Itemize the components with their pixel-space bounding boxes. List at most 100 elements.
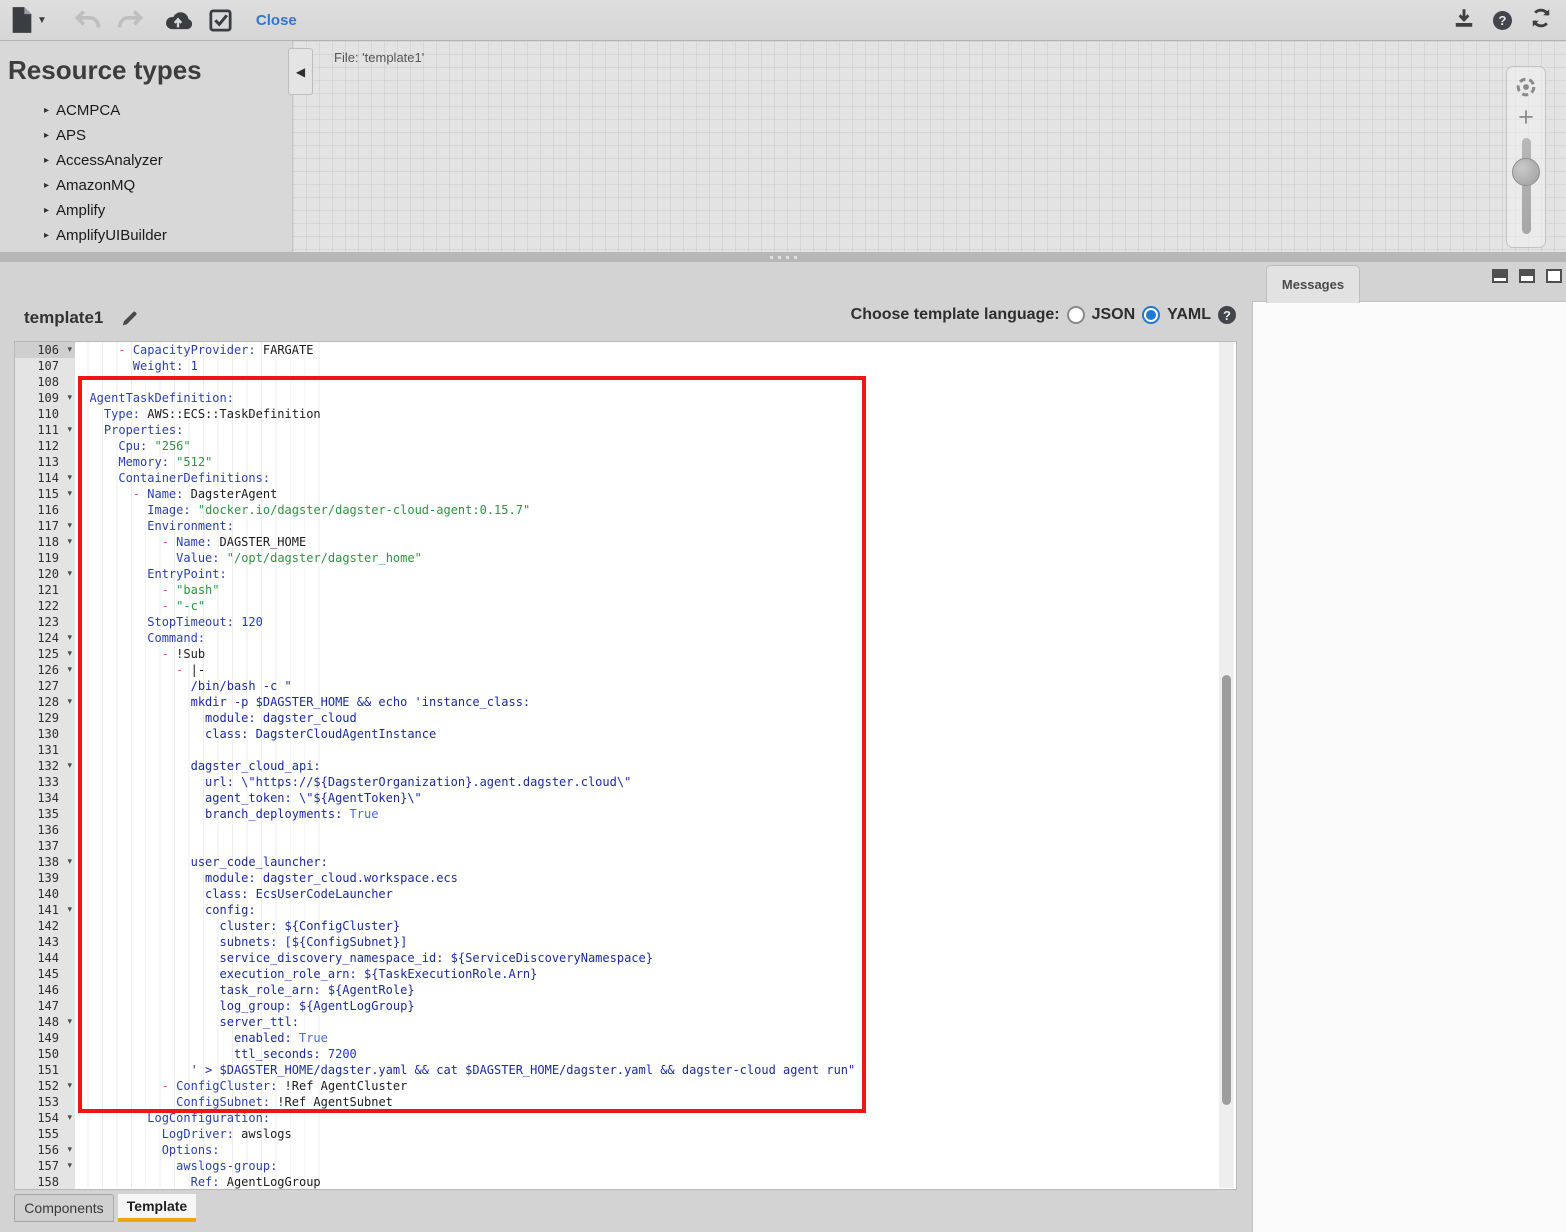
line-number[interactable]: 121 [15,582,75,598]
code-line-text[interactable]: - Name: DagsterAgent [75,486,1236,502]
code-line-text[interactable]: EntryPoint: [75,566,1236,582]
code-line-text[interactable]: user_code_launcher: [75,854,1236,870]
code-line-text[interactable]: Options: [75,1142,1236,1158]
code-line-text[interactable]: class: DagsterCloudAgentInstance [75,726,1236,742]
code-line-text[interactable]: Properties: [75,422,1236,438]
code-line-text[interactable]: ttl_seconds: 7200 [75,1046,1236,1062]
download-button[interactable] [1453,7,1475,34]
line-number[interactable]: 120▾ [15,566,75,582]
line-number[interactable]: 132▾ [15,758,75,774]
code-line-text[interactable]: module: dagster_cloud [75,710,1236,726]
line-number[interactable]: 130 [15,726,75,742]
code-line-text[interactable]: class: EcsUserCodeLauncher [75,886,1236,902]
code-line-text[interactable]: task_role_arn: ${AgentRole} [75,982,1236,998]
code-line-text[interactable]: ' > $DAGSTER_HOME/dagster.yaml && cat $D… [75,1062,1236,1078]
yaml-radio-label[interactable]: YAML [1167,306,1211,324]
resource-type-item[interactable]: ▸AccessAnalyzer [0,148,292,173]
code-line-text[interactable]: - "bash" [75,582,1236,598]
fit-to-window-icon[interactable] [1513,74,1539,100]
line-number[interactable]: 131 [15,742,75,758]
new-file-menu-button[interactable]: ▼ [10,0,47,40]
layout-canvas-large-icon[interactable] [1546,269,1562,283]
yaml-radio[interactable] [1142,306,1160,324]
horizontal-splitter[interactable] [0,252,1566,262]
fold-arrow-icon[interactable]: ▾ [67,486,72,502]
line-number[interactable]: 157▾ [15,1158,75,1174]
code-line-text[interactable]: Memory: "512" [75,454,1236,470]
tab-template[interactable]: Template [118,1194,196,1222]
fold-arrow-icon[interactable]: ▾ [67,854,72,870]
line-number[interactable]: 145 [15,966,75,982]
code-line-text[interactable]: ConfigSubnet: !Ref AgentSubnet [75,1094,1236,1110]
line-number[interactable]: 107 [15,358,75,374]
code-line-text[interactable]: service_discovery_namespace_id: ${Servic… [75,950,1236,966]
line-number[interactable]: 126▾ [15,662,75,678]
resource-type-item[interactable]: ▸APS [0,123,292,148]
layout-editor-large-icon[interactable] [1492,269,1508,283]
editor-scrollbar-thumb[interactable] [1222,675,1231,1105]
json-radio[interactable] [1067,306,1085,324]
line-number[interactable]: 137 [15,838,75,854]
fold-arrow-icon[interactable]: ▾ [67,422,72,438]
code-line-text[interactable]: Cpu: "256" [75,438,1236,454]
fold-arrow-icon[interactable]: ▾ [67,1110,72,1126]
line-number[interactable]: 155 [15,1126,75,1142]
code-line-text[interactable]: awslogs-group: [75,1158,1236,1174]
code-line-text[interactable] [75,822,1236,838]
code-line-text[interactable]: AgentTaskDefinition: [75,390,1236,406]
fold-arrow-icon[interactable]: ▾ [67,1142,72,1158]
line-number[interactable]: 128▾ [15,694,75,710]
line-number[interactable]: 153 [15,1094,75,1110]
code-line-text[interactable]: Type: AWS::ECS::TaskDefinition [75,406,1236,422]
code-line-text[interactable]: url: \"https://${DagsterOrganization}.ag… [75,774,1236,790]
code-line-text[interactable]: config: [75,902,1236,918]
code-line-text[interactable]: branch_deployments: True [75,806,1236,822]
line-number[interactable]: 127 [15,678,75,694]
line-number[interactable]: 116 [15,502,75,518]
tab-messages[interactable]: Messages [1266,265,1360,303]
zoom-in-button[interactable]: + [1518,106,1534,128]
line-number[interactable]: 119 [15,550,75,566]
code-line-text[interactable]: Value: "/opt/dagster/dagster_home" [75,550,1236,566]
line-number[interactable]: 123 [15,614,75,630]
code-line-text[interactable]: module: dagster_cloud.workspace.ecs [75,870,1236,886]
fold-arrow-icon[interactable]: ▾ [67,630,72,646]
zoom-slider-handle[interactable] [1512,158,1540,186]
zoom-slider-track[interactable] [1522,138,1531,234]
line-number[interactable]: 158 [15,1174,75,1190]
code-line-text[interactable]: mkdir -p $DAGSTER_HOME && echo 'instance… [75,694,1236,710]
line-number[interactable]: 109▾ [15,390,75,406]
code-line-text[interactable]: StopTimeout: 120 [75,614,1236,630]
line-number[interactable]: 115▾ [15,486,75,502]
fold-arrow-icon[interactable]: ▾ [67,758,72,774]
resource-type-item[interactable]: ▸ACMPCA [0,98,292,123]
line-number[interactable]: 113 [15,454,75,470]
line-number[interactable]: 133 [15,774,75,790]
code-line-text[interactable]: Ref: AgentLogGroup [75,1174,1236,1190]
resource-type-item[interactable]: ▸Amplify [0,198,292,223]
line-number[interactable]: 129 [15,710,75,726]
close-link[interactable]: Close [256,12,297,29]
template-code-editor[interactable]: 106▾ - CapacityProvider: FARGATE107 Weig… [14,341,1237,1190]
line-number[interactable]: 151 [15,1062,75,1078]
fold-arrow-icon[interactable]: ▾ [67,518,72,534]
line-number[interactable]: 148▾ [15,1014,75,1030]
code-line-text[interactable]: Image: "docker.io/dagster/dagster-cloud-… [75,502,1236,518]
collapse-panel-button[interactable]: ◀ [288,48,313,95]
line-number[interactable]: 144 [15,950,75,966]
line-number[interactable]: 124▾ [15,630,75,646]
code-line-text[interactable]: cluster: ${ConfigCluster} [75,918,1236,934]
line-number[interactable]: 118▾ [15,534,75,550]
fold-arrow-icon[interactable]: ▾ [67,694,72,710]
line-number[interactable]: 154▾ [15,1110,75,1126]
line-number[interactable]: 122 [15,598,75,614]
code-line-text[interactable]: - ConfigCluster: !Ref AgentCluster [75,1078,1236,1094]
rename-template-button[interactable] [120,309,139,333]
fold-arrow-icon[interactable]: ▾ [67,902,72,918]
code-line-text[interactable]: - CapacityProvider: FARGATE [75,342,1236,358]
resource-type-item[interactable]: ▸AmazonMQ [0,173,292,198]
line-number[interactable]: 138▾ [15,854,75,870]
line-number[interactable]: 150 [15,1046,75,1062]
line-number[interactable]: 114▾ [15,470,75,486]
line-number[interactable]: 142 [15,918,75,934]
